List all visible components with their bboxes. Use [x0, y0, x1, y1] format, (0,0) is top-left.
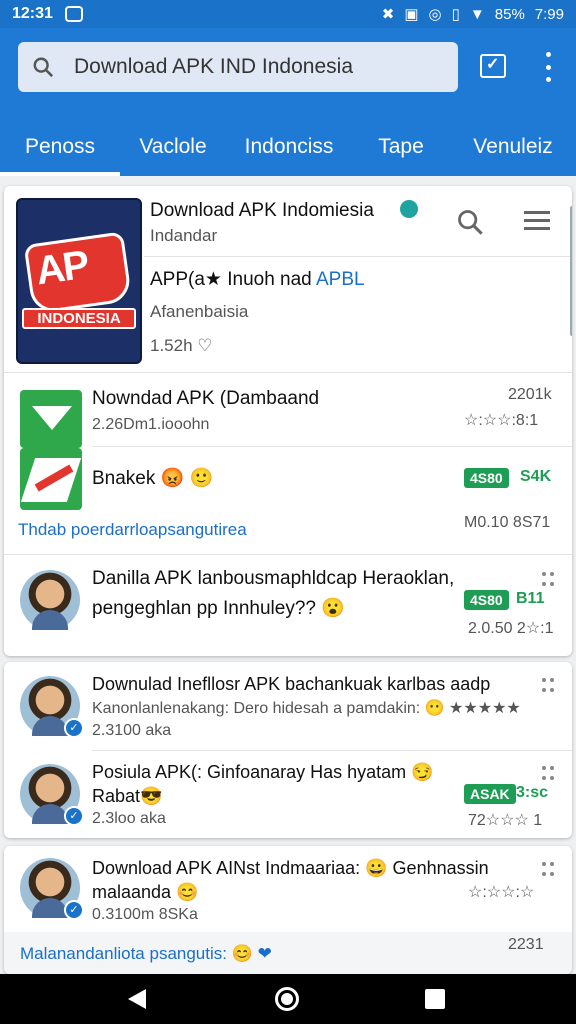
drag-handle-icon[interactable]	[542, 766, 554, 782]
verified-icon: ✓	[64, 806, 84, 826]
featured-line3: 1.52h ♡	[150, 336, 213, 355]
list-item[interactable]: Nowndad APK (Dambaand 2.26Dm1.iooohn 220…	[4, 376, 572, 448]
featured-line1: APP(a★ Inuoh nad APBL	[150, 269, 365, 290]
vibrate-icon: ▯	[451, 6, 460, 23]
list-item[interactable]: ✓ Downulad Inefllosr APK bachankuak karl…	[4, 662, 572, 750]
item-title: Danilla APK lanbousmaphldcap Heraoklan,	[92, 568, 455, 589]
navigation-bar	[0, 974, 576, 1024]
search-icon[interactable]	[456, 208, 484, 236]
tab-4[interactable]: Venuleiz	[450, 118, 576, 176]
app-icon	[20, 448, 82, 510]
drag-handle-icon[interactable]	[542, 678, 554, 694]
app-icon	[20, 390, 82, 448]
scrollbar[interactable]	[570, 206, 572, 336]
status-time: 12:31	[12, 5, 53, 22]
avatar: ✓	[20, 764, 84, 826]
featured-line2: Afanenbaisia	[150, 302, 249, 321]
verified-icon: ✓	[64, 900, 84, 920]
tab-3[interactable]: Tape	[352, 118, 450, 176]
item-title-2: malaanda 😊	[92, 882, 199, 902]
avatar	[20, 570, 80, 630]
item-count: 2201k	[508, 386, 552, 403]
search-bar[interactable]: Download APK IND Indonesia	[18, 42, 458, 92]
item-rating: ☆:☆☆:☆	[468, 884, 535, 901]
item-link[interactable]: Thdab poerdarrloapsangutirea	[18, 520, 247, 540]
results-card-1: AP INDONESIA Download APK Indomiesia Ind…	[4, 186, 572, 656]
alarm-icon: ◎	[428, 6, 442, 23]
item-meta: 0.3100m 8SKa	[92, 906, 198, 923]
item-sub: Kanonlanlenakang: Dero hidesah a pamdaki…	[92, 700, 521, 717]
item-rating: 2.0.50 2☆:1	[468, 620, 554, 637]
avatar: ✓	[20, 858, 84, 920]
status-icons: ✖ ▣ ◎ ▯ ▼ 85% 7:99	[381, 5, 564, 24]
menu-icon[interactable]	[524, 210, 550, 232]
featured-subtitle: Indandar	[150, 226, 218, 245]
item-meta: 2.3100 aka	[92, 722, 172, 739]
price-badge: 4S80	[464, 468, 509, 488]
list-item[interactable]: Thdab poerdarrloapsangutirea M0.10 8S71	[4, 510, 572, 550]
item-title: Download APK AINst Indmaariaa: 😀 Genhnas…	[92, 858, 489, 878]
list-item[interactable]: Malanandanliota psangutis: 😊 ❤ 2231	[4, 932, 572, 974]
item-title-2: Rabat😎	[92, 786, 163, 806]
price-badge: ASAK	[464, 784, 516, 804]
status-clock: 7:99	[534, 5, 564, 23]
featured-title: Download APK Indomiesia	[150, 200, 374, 221]
item-title: Nowndad APK (Dambaand	[92, 388, 320, 409]
badge-extra: 3:sc	[516, 784, 549, 801]
price-badge: 4S80	[464, 590, 509, 610]
app-logo: AP INDONESIA	[18, 200, 140, 362]
calendar-check-icon[interactable]	[480, 54, 506, 78]
tab-0[interactable]: Penoss	[0, 118, 120, 176]
verified-icon: ✓	[64, 718, 84, 738]
badge-extra: S4K	[520, 468, 552, 485]
home-icon[interactable]	[275, 987, 299, 1011]
drag-handle-icon[interactable]	[542, 572, 554, 588]
app-notification-icon	[64, 6, 83, 22]
item-link[interactable]: Malanandanliota psangutis: 😊 ❤	[20, 944, 272, 964]
avatar: ✓	[20, 676, 84, 738]
list-item[interactable]: ✓ Download APK AINst Indmaariaa: 😀 Genhn…	[4, 846, 572, 932]
item-rating: ☆:☆☆:8:1	[464, 412, 539, 429]
item-meta: 2.3loo aka	[92, 810, 166, 827]
tab-2[interactable]: Indonciss	[226, 118, 352, 176]
item-title: Posiula APK(: Ginfoanaray Has hyatam 😏	[92, 762, 434, 782]
back-icon[interactable]	[128, 989, 146, 1009]
wifi-icon: ▼	[469, 5, 485, 23]
results-card-2: ✓ Downulad Inefllosr APK bachankuak karl…	[4, 662, 572, 838]
item-title: Downulad Inefllosr APK bachankuak karlba…	[92, 674, 491, 694]
list-item[interactable]: ✓ Posiula APK(: Ginfoanaray Has hyatam 😏…	[4, 750, 572, 838]
category-tabs: Penoss Vaclole Indonciss Tape Venuleiz	[0, 118, 576, 176]
item-right: M0.10 8S71	[464, 514, 551, 531]
badge-extra: B11	[516, 590, 545, 607]
item-title: Bnakek 😡 🙂	[92, 468, 214, 489]
verified-icon	[400, 200, 418, 218]
drag-handle-icon[interactable]	[542, 862, 554, 878]
item-title-2: pengeghlan pp Innhuley?? 😮	[92, 598, 345, 619]
tab-1[interactable]: Vaclole	[120, 118, 226, 176]
list-item[interactable]: Bnakek 😡 🙂 4S80 S4K	[4, 446, 572, 516]
featured-app[interactable]: AP INDONESIA Download APK Indomiesia Ind…	[4, 186, 572, 372]
status-bar: 12:31 ✖ ▣ ◎ ▯ ▼ 85% 7:99	[0, 0, 576, 28]
list-item[interactable]: Danilla APK lanbousmaphldcap Heraoklan, …	[4, 554, 572, 656]
item-right: 2231	[508, 936, 544, 953]
image-icon: ▣	[404, 6, 419, 23]
app-bar: Download APK IND Indonesia Penoss Vaclol…	[0, 28, 576, 176]
more-options-icon[interactable]	[540, 52, 556, 82]
search-icon	[33, 57, 54, 78]
search-query[interactable]: Download APK IND Indonesia	[74, 55, 353, 79]
item-rating: 72☆☆☆ 1	[468, 812, 543, 829]
battery-percent: 85%	[494, 5, 525, 23]
item-meta: 2.26Dm1.iooohn	[92, 416, 210, 433]
results-card-3: ✓ Download APK AINst Indmaariaa: 😀 Genhn…	[4, 846, 572, 974]
recent-apps-icon[interactable]	[425, 989, 445, 1009]
bluetooth-icon: ✖	[381, 6, 395, 23]
